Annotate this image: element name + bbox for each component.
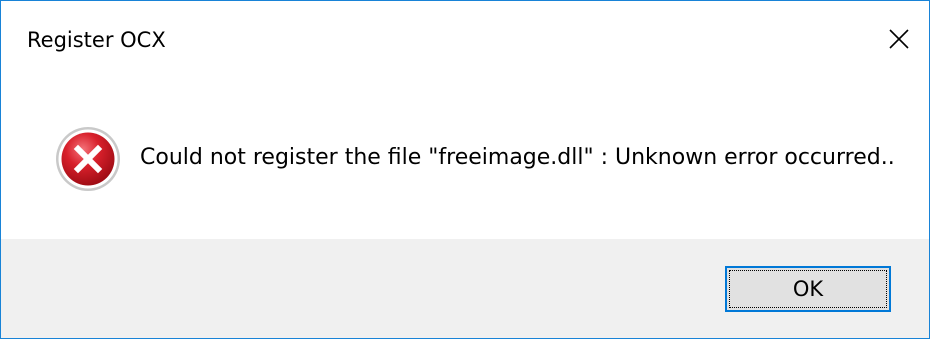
ok-button[interactable]: OK (725, 266, 891, 312)
error-icon (56, 127, 120, 191)
ok-button-label: OK (792, 277, 824, 301)
error-message: Could not register the file "freeimage.d… (140, 145, 895, 170)
title-bar: Register OCX (1, 1, 929, 79)
close-button[interactable] (875, 15, 923, 63)
close-icon (889, 29, 909, 49)
window-title: Register OCX (27, 28, 166, 52)
message-dialog: Register OCX Could not register the file… (0, 0, 930, 339)
dialog-content: Could not register the file "freeimage.d… (1, 79, 929, 239)
dialog-footer: OK (1, 239, 929, 338)
